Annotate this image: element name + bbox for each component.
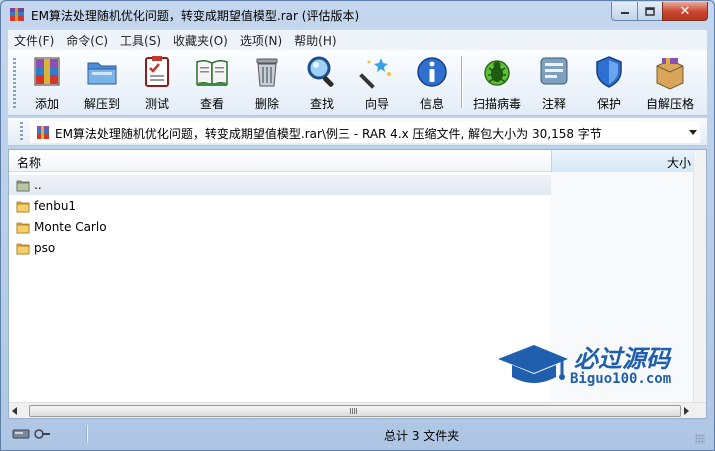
info-icon <box>417 57 447 87</box>
virus-bug-icon <box>484 60 510 86</box>
protect-label: 保护 <box>596 97 621 111</box>
list-item-name: .. <box>34 178 42 192</box>
wizard-button[interactable]: 向导 <box>349 54 405 111</box>
list-item-name: pso <box>34 241 56 255</box>
trash-icon <box>256 58 278 87</box>
list-item-name: fenbu1 <box>34 199 77 213</box>
magnifier-icon <box>307 56 334 87</box>
sfx-label: 自解压格 <box>645 97 694 111</box>
info-label: 信息 <box>419 97 444 111</box>
status-bar: 总计 3 文件夹 <box>8 422 707 446</box>
close-icon: ✕ <box>679 3 691 19</box>
parent-folder-icon <box>16 180 30 192</box>
extract-folder-icon <box>87 62 117 85</box>
close-button[interactable]: ✕ <box>662 2 708 21</box>
find-label: 查找 <box>309 97 334 111</box>
column-header: 名称 大小 <box>9 150 706 172</box>
list-item[interactable]: fenbu1 <box>9 196 551 216</box>
list-item-parent[interactable]: .. <box>9 175 551 195</box>
column-size-header[interactable]: 大小 <box>551 150 693 172</box>
winrar-app-icon[interactable] <box>9 7 25 23</box>
menu-options[interactable]: 选项(N) <box>234 32 288 49</box>
address-field[interactable]: EM算法处理随机优化问题，转变成期望值模型.rar\例三 - RAR 4.x 压… <box>30 121 700 143</box>
toolbar-separator <box>461 56 463 108</box>
watermark: 必过源码 Biguo100.com <box>496 339 696 395</box>
comment-button[interactable]: 注释 <box>526 54 582 111</box>
scroll-left-icon[interactable] <box>12 407 17 415</box>
menu-file[interactable]: 文件(F) <box>8 32 60 49</box>
delete-label: 删除 <box>254 97 279 111</box>
view-book-icon <box>196 59 228 87</box>
sfx-box-icon <box>656 58 684 90</box>
status-divider <box>86 425 88 443</box>
sfx-button[interactable]: 自解压格 <box>638 54 702 111</box>
comment-label: 注释 <box>541 97 566 111</box>
protect-button[interactable]: 保护 <box>581 54 637 111</box>
view-label: 查看 <box>199 97 224 111</box>
list-item[interactable]: Monte Carlo <box>9 217 551 237</box>
test-label: 测试 <box>144 97 169 111</box>
address-bar: EM算法处理随机优化问题，转变成期望值模型.rar\例三 - RAR 4.x 压… <box>8 118 707 146</box>
address-grip[interactable] <box>20 122 23 142</box>
drive-key-icon[interactable] <box>12 427 52 441</box>
winrar-window: EM算法处理随机优化问题，转变成期望值模型.rar (评估版本) ✕ 文件(F)… <box>0 0 715 451</box>
archive-icon <box>37 126 49 139</box>
add-archive-icon <box>34 57 60 86</box>
status-summary: 总计 3 文件夹 <box>384 429 460 443</box>
add-label: 添加 <box>34 97 59 111</box>
info-button[interactable]: 信息 <box>404 54 460 111</box>
delete-button[interactable]: 删除 <box>239 54 295 111</box>
magic-wand-icon <box>359 58 391 89</box>
scroll-grip-icon <box>350 408 358 414</box>
menu-commands[interactable]: 命令(C) <box>60 32 114 49</box>
menu-tools[interactable]: 工具(S) <box>114 32 167 49</box>
minimize-button[interactable] <box>611 2 638 21</box>
folder-icon <box>16 201 30 213</box>
menu-bar: 文件(F) 命令(C) 工具(S) 收藏夹(O) 选项(N) 帮助(H) <box>8 30 707 50</box>
folder-icon <box>16 222 30 234</box>
add-button[interactable]: 添加 <box>19 54 75 111</box>
test-button[interactable]: 测试 <box>129 54 185 111</box>
maximize-button[interactable] <box>637 2 663 21</box>
extract-to-button[interactable]: 解压到 <box>74 54 130 111</box>
title-bar[interactable]: EM算法处理随机优化问题，转变成期望值模型.rar (评估版本) ✕ <box>1 1 714 29</box>
find-button[interactable]: 查找 <box>294 54 350 111</box>
list-item[interactable]: pso <box>9 238 551 258</box>
wizard-label: 向导 <box>364 97 389 111</box>
view-button[interactable]: 查看 <box>184 54 240 111</box>
list-item-name: Monte Carlo <box>34 220 107 234</box>
menu-favorites[interactable]: 收藏夹(O) <box>167 32 234 49</box>
scroll-right-icon[interactable] <box>684 407 689 415</box>
folder-icon <box>16 243 30 255</box>
watermark-subtitle: Biguo100.com <box>570 371 672 387</box>
shield-icon <box>596 56 622 88</box>
column-size-label: 大小 <box>666 156 691 170</box>
menu-help[interactable]: 帮助(H) <box>288 32 342 49</box>
column-name-header[interactable]: 名称 <box>17 154 41 171</box>
graduation-cap-icon <box>498 345 568 383</box>
virus-scan-button[interactable]: 扫描病毒 <box>469 54 525 111</box>
window-title: EM算法处理随机优化问题，转变成期望值模型.rar (评估版本) <box>31 9 360 23</box>
toolbar: 添加 解压到 测试 查看 删除 查找 向导 信息 扫描病毒 注释 保护 自解压格 <box>8 50 707 116</box>
minimize-icon <box>620 12 629 14</box>
horizontal-scrollbar[interactable] <box>9 402 706 418</box>
virus-scan-label: 扫描病毒 <box>472 97 521 111</box>
test-checklist-icon <box>145 56 169 87</box>
extract-to-label: 解压到 <box>83 97 120 111</box>
scroll-thumb[interactable] <box>29 405 681 417</box>
toolbar-grip[interactable] <box>13 58 16 110</box>
address-path: EM算法处理随机优化问题，转变成期望值模型.rar\例三 - RAR 4.x 压… <box>55 127 602 141</box>
comment-icon <box>540 57 568 85</box>
resize-grip-icon[interactable] <box>695 434 705 444</box>
watermark-title: 必过源码 <box>574 345 670 373</box>
maximize-icon <box>645 6 655 16</box>
address-dropdown-icon[interactable] <box>689 130 697 135</box>
